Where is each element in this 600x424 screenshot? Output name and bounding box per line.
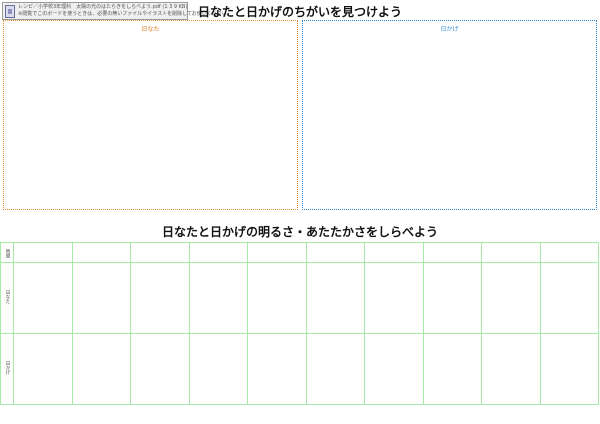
table-cell[interactable] [422,242,482,263]
table-cell[interactable] [13,333,73,405]
table-cell[interactable] [188,262,248,334]
table-cell[interactable] [305,242,365,263]
table-cell[interactable] [481,333,541,405]
page-title: 日なたと日かげのちがいを見つけよう [197,5,402,19]
observation-table: 時間 日なた 日かげ [0,242,599,405]
table-cell[interactable] [13,262,73,334]
table-cell[interactable] [71,333,131,405]
table-cell[interactable] [364,262,424,334]
time-row: 時間 [0,242,599,263]
section-subtitle: 日なたと日かげの明るさ・あたたかさをしらべよう [161,225,438,239]
shade-panel-label: 日かげ [440,26,459,33]
sunny-area-panel[interactable]: 日なた [3,20,298,210]
table-cell[interactable] [188,242,248,263]
table-cell[interactable] [188,333,248,405]
table-cell[interactable] [422,262,482,334]
table-cell[interactable] [130,262,190,334]
table-cell[interactable] [247,333,307,405]
table-cell[interactable] [539,333,599,405]
table-cell[interactable] [539,242,599,263]
table-cell[interactable] [247,242,307,263]
table-cell[interactable] [481,262,541,334]
table-cell[interactable] [481,242,541,263]
row-header-time: 時間 [0,242,14,263]
row-label-time: 時間 [5,249,10,258]
table-cell[interactable] [71,242,131,263]
row-header-shade: 日かげ [0,333,14,405]
table-cell[interactable] [130,333,190,405]
table-cell[interactable] [364,242,424,263]
table-cell[interactable] [539,262,599,334]
table-cell[interactable] [130,242,190,263]
row-label-sunny: 日なた [5,290,10,304]
table-cell[interactable] [305,333,365,405]
table-cell[interactable] [71,262,131,334]
table-cell[interactable] [247,262,307,334]
shade-row: 日かげ [0,333,599,405]
table-cell[interactable] [422,333,482,405]
table-cell[interactable] [364,333,424,405]
sunny-panel-label: 日なた [141,26,160,33]
shade-area-panel[interactable]: 日かげ [302,20,597,210]
row-label-shade: 日かげ [5,361,10,375]
row-header-sunny: 日なた [0,262,14,334]
table-cell[interactable] [13,242,73,263]
sunny-row: 日なた [0,262,599,334]
table-cell[interactable] [305,262,365,334]
